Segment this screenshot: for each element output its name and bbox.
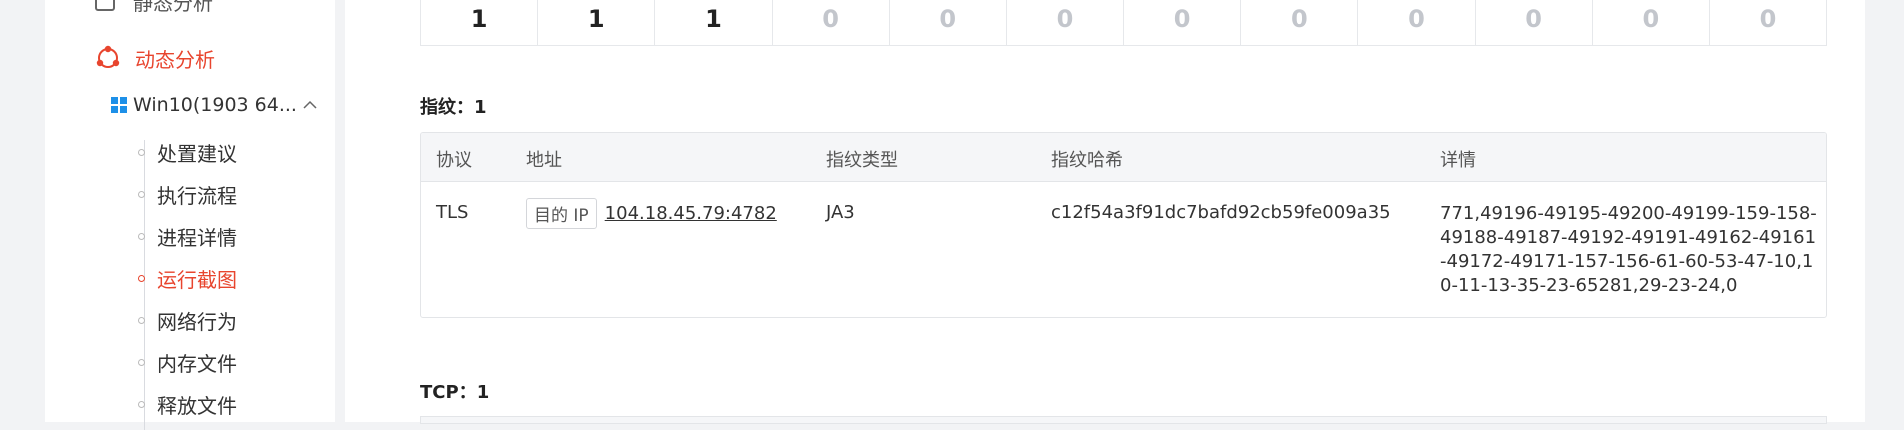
cell-fingerprint-type: JA3 — [826, 202, 855, 223]
bullet-icon — [138, 358, 145, 366]
column-header-protocol: 协议 — [436, 150, 472, 171]
tcp-count: 1 — [476, 382, 490, 403]
tcp-title-label: TCP： — [420, 382, 477, 403]
sidebar: 静态分析 动态分析 Win10(1903 64... 处置建议 执行流程 进程详… — [45, 0, 335, 430]
fingerprint-title-label: 指纹： — [420, 97, 474, 118]
stat-cell: 0 — [1593, 0, 1710, 45]
tcp-table-header — [420, 416, 1827, 424]
sidebar-item-label: 运行截图 — [157, 267, 237, 292]
nav-dynamic-analysis-label: 动态分析 — [135, 47, 215, 72]
cell-fingerprint-hash: c12f54a3f91dc7bafd92cb59fe009a35 — [1051, 202, 1391, 223]
share-nodes-icon — [96, 45, 120, 68]
cell-details: 771,49196-49195-49200-49199-159-158-4918… — [1440, 203, 1817, 296]
stat-cell: 0 — [1759, 5, 1777, 33]
windows-icon — [111, 97, 127, 113]
table-header: 协议 地址 指纹类型 指纹哈希 详情 — [421, 133, 1826, 182]
stat-cell: 0 — [1124, 0, 1242, 45]
bullet-icon — [138, 400, 145, 408]
table-row: TLS 目的 IP 104.18.45.79:4782 JA3 c12f54a3f… — [421, 182, 1826, 317]
stat-cell: 0 — [890, 0, 1007, 45]
environment-label: Win10(1903 64... — [133, 94, 297, 116]
destination-ip-tag: 目的 IP — [526, 198, 597, 229]
stat-cell: 0 — [1358, 0, 1476, 45]
bullet-icon — [138, 274, 145, 282]
address-link[interactable]: 104.18.45.79:4782 — [605, 203, 777, 224]
bullet-icon — [138, 232, 145, 240]
nav-static-analysis-label: 静态分析 — [133, 0, 213, 15]
stat-cell: 1 — [421, 0, 539, 45]
bullet-icon — [138, 148, 145, 156]
stats-table: 1 1 1 0 0 0 0 0 0 0 0 0 — [420, 0, 1827, 46]
sidebar-item-memory-files[interactable]: 内存文件 — [138, 347, 237, 377]
column-header-fingerprint-type: 指纹类型 — [826, 150, 898, 171]
sidebar-item-disposal-advice[interactable]: 处置建议 — [138, 137, 237, 167]
sidebar-item-label: 内存文件 — [157, 351, 237, 376]
stat-cell: 0 — [1007, 0, 1125, 45]
stat-cell: 0 — [773, 0, 890, 45]
sidebar-item-dropped-files[interactable]: 释放文件 — [138, 389, 237, 419]
bullet-icon — [138, 190, 145, 198]
stat-cell: 0 — [1476, 0, 1593, 45]
sidebar-item-process-details[interactable]: 进程详情 — [138, 221, 237, 251]
stat-cell: 1 — [655, 0, 773, 45]
sidebar-item-label: 执行流程 — [157, 183, 237, 208]
column-header-details: 详情 — [1440, 150, 1476, 171]
nav-dynamic-analysis[interactable]: 动态分析 — [95, 42, 215, 74]
sidebar-item-label: 释放文件 — [157, 393, 237, 418]
environment-selector[interactable]: Win10(1903 64... — [111, 90, 323, 120]
sidebar-item-screenshots[interactable]: 运行截图 — [138, 263, 237, 293]
fingerprint-count: 1 — [474, 97, 487, 118]
nav-static-analysis[interactable]: 静态分析 — [95, 0, 213, 15]
sidebar-item-network-behavior[interactable]: 网络行为 — [138, 305, 237, 335]
chevron-up-icon[interactable] — [303, 100, 317, 110]
tcp-section-title: TCP：1 — [420, 378, 489, 404]
cell-address: 目的 IP 104.18.45.79:4782 — [526, 198, 777, 229]
stat-cell: 0 — [1241, 0, 1359, 45]
column-header-address: 地址 — [526, 150, 562, 171]
column-header-fingerprint-hash: 指纹哈希 — [1051, 150, 1123, 171]
bullet-icon — [138, 316, 145, 324]
sidebar-item-execution-flow[interactable]: 执行流程 — [138, 179, 237, 209]
sidebar-item-label: 处置建议 — [157, 141, 237, 166]
fingerprint-table: 协议 地址 指纹类型 指纹哈希 详情 TLS 目的 IP 104.18.45.79… — [420, 132, 1827, 318]
list-icon — [95, 0, 115, 11]
cell-protocol: TLS — [436, 202, 469, 223]
sidebar-item-label: 进程详情 — [157, 225, 237, 250]
stat-cell: 1 — [538, 0, 656, 45]
main-content: 1 1 1 0 0 0 0 0 0 0 0 0 指纹：1 协议 地址 指纹类型 … — [345, 0, 1865, 424]
fingerprint-section-title: 指纹：1 — [420, 93, 487, 119]
sidebar-item-label: 网络行为 — [157, 309, 237, 334]
